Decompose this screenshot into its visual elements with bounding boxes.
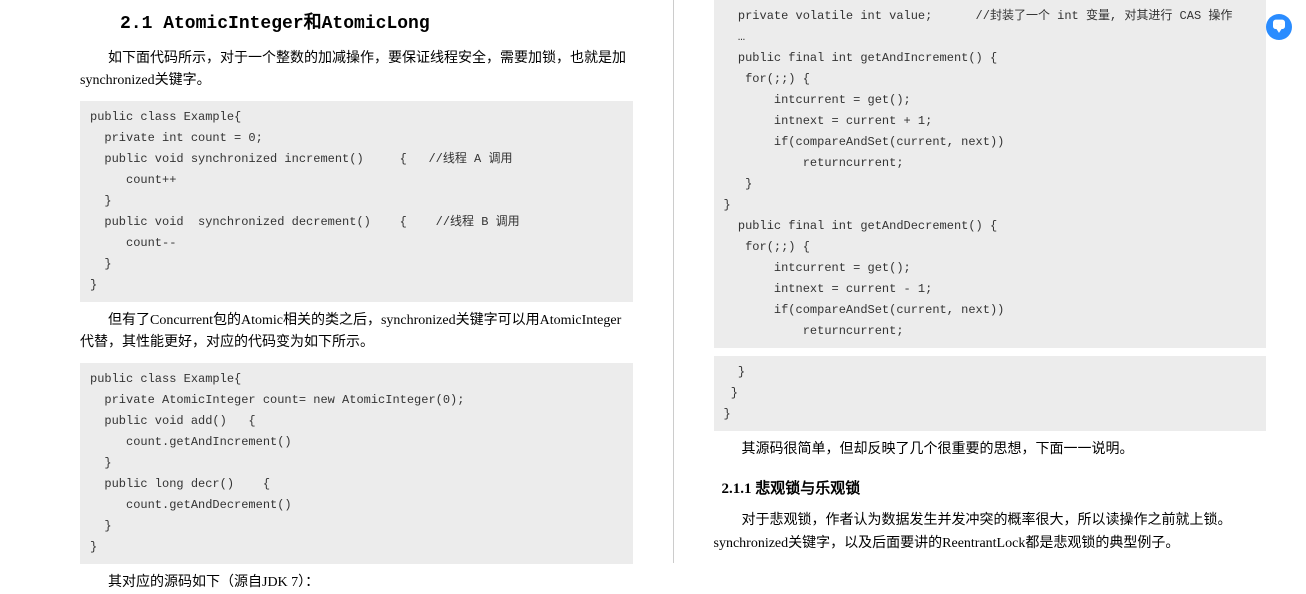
ai-chat-icon [1271,17,1287,38]
code-block-source-top: private volatile int value; //封装了一个 int … [714,0,1267,348]
paragraph: 对于悲观锁，作者认为数据发生并发冲突的概率很大，所以读操作之前就上锁。synch… [714,510,1267,555]
paragraph: 其源码很简单，但却反映了几个很重要的思想，下面一一说明。 [714,439,1267,461]
code-block-source-bottom: } } } [714,356,1267,431]
paragraph: 其对应的源码如下（源自JDK 7）： [80,572,633,594]
document-spread: 2.1 AtomicInteger和AtomicLong 如下面代码所示，对于一… [0,0,1306,563]
ai-chat-button[interactable] [1266,14,1292,40]
right-page: private volatile int value; //封装了一个 int … [674,0,1306,563]
paragraph: 但有了Concurrent包的Atomic相关的类之后，synchronized… [80,310,633,355]
code-block-example1: public class Example{ private int count … [80,101,633,302]
section-heading: 2.1 AtomicInteger和AtomicLong [120,8,633,34]
code-block-example2: public class Example{ private AtomicInte… [80,363,633,564]
subsection-heading: 2.1.1 悲观锁与乐观锁 [722,477,1267,498]
paragraph: 如下面代码所示，对于一个整数的加减操作，要保证线程安全，需要加锁，也就是加syn… [80,48,633,93]
left-page: 2.1 AtomicInteger和AtomicLong 如下面代码所示，对于一… [0,0,673,563]
